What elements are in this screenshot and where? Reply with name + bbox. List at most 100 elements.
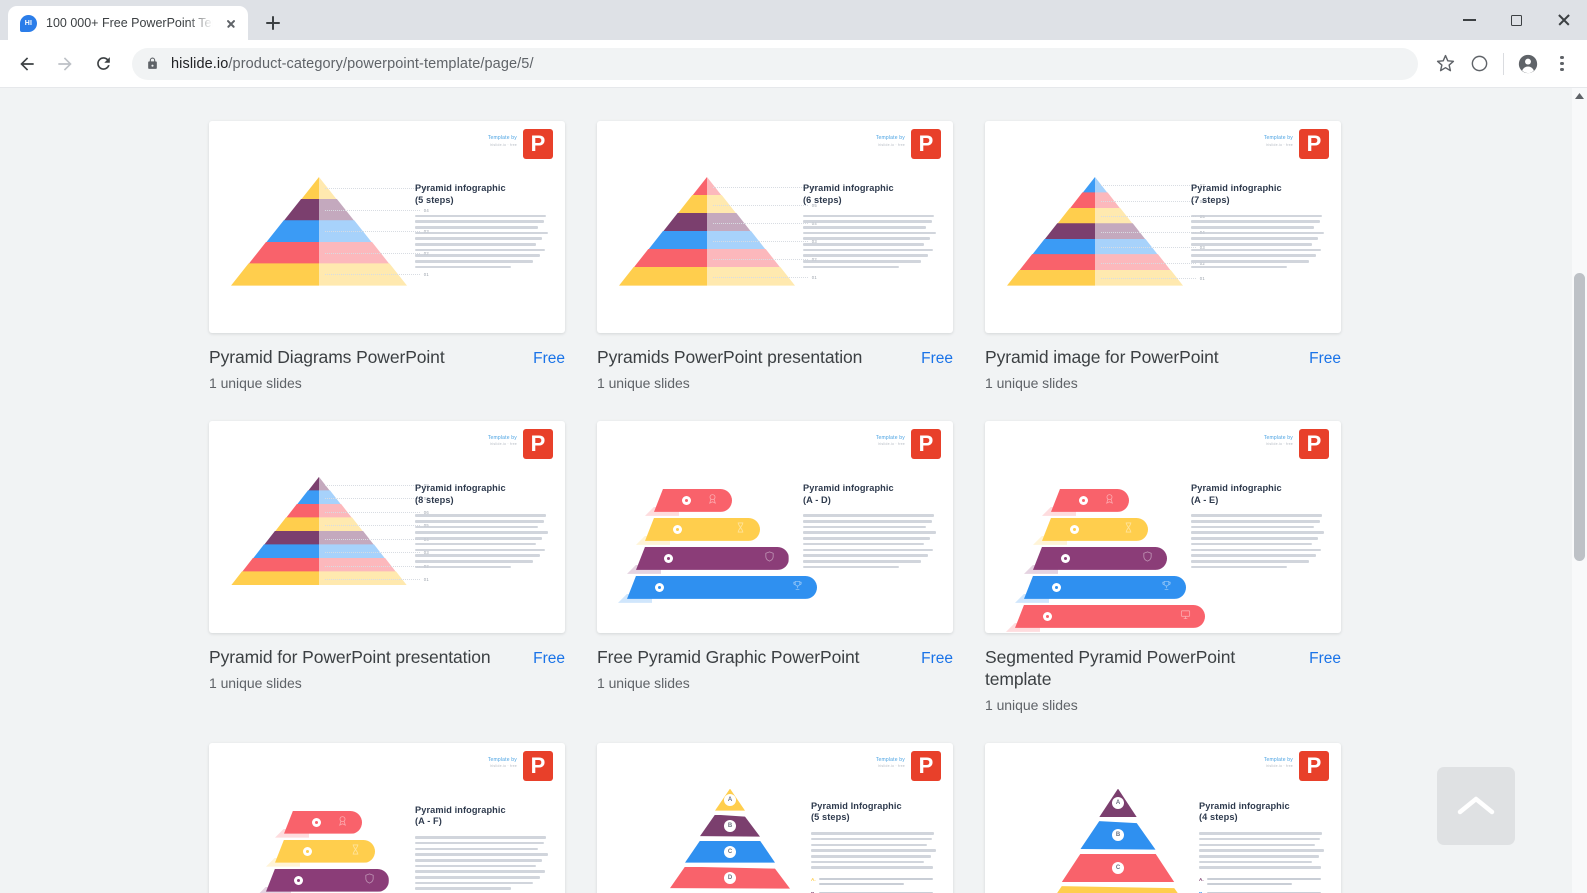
product-card[interactable]: Template by hislide.io · free P Pyramid inf… <box>597 420 953 713</box>
slide-text-column: Pyramid infographic(4 steps) A.B.C.D. <box>1199 801 1325 893</box>
product-thumbnail[interactable]: Template byhislide.io · free P 05 04 03 02 01 P… <box>209 121 565 333</box>
slide-text-column: Pyramid infographic (A - D) <box>803 483 937 571</box>
watermark-line-2: hislide.io · free <box>1266 764 1293 769</box>
tick-line <box>325 552 420 554</box>
lorem-paragraph <box>415 514 549 569</box>
product-title-link[interactable]: Free Pyramid Graphic PowerPoint <box>597 647 860 669</box>
product-card[interactable]: Template byhislide.io · freeP07060504030… <box>985 121 1341 391</box>
product-thumbnail[interactable]: Template by hislide.io · free P Pyramid inf… <box>985 420 1341 633</box>
browser-toolbar: hislide.io/product-category/powerpoint-t… <box>0 40 1587 88</box>
tick-line <box>1101 216 1196 218</box>
product-thumbnail[interactable]: Template by hislide.io · free P Pyramid inf… <box>209 742 565 893</box>
powerpoint-badge-icon: P <box>911 428 941 459</box>
reload-button[interactable] <box>86 47 120 81</box>
product-card[interactable]: Template byhislide.io · free P 05 04 03 02 01 P… <box>209 121 565 391</box>
product-thumbnail[interactable]: Template byhislide.io · freeP08070605040… <box>209 420 565 633</box>
product-title-row: Pyramid Diagrams PowerPoint Free <box>209 347 565 369</box>
minimize-button[interactable] <box>1446 0 1493 40</box>
tick-line <box>1101 247 1196 249</box>
bar-segment <box>1015 604 1205 628</box>
forward-button[interactable] <box>48 47 82 81</box>
pyramid-face-left <box>692 177 707 196</box>
infographic-title: Pyramid infographic (6 steps) <box>803 183 894 205</box>
presentation-icon <box>1180 607 1191 625</box>
product-thumbnail[interactable]: Template byhislide.io · free P A B C D Pyramid… <box>985 742 1341 893</box>
slide-text-column: Pyramid Infographic(5 steps) A.B.C.D.E. <box>811 801 937 893</box>
pyramid-segment: A <box>715 788 745 811</box>
pyramid-face-left <box>1082 177 1095 194</box>
browser-menu-button[interactable] <box>1547 49 1577 79</box>
browser-tab[interactable]: HI 100 000+ Free PowerPoint Templ <box>8 6 248 40</box>
pyramid-face-left <box>1057 207 1095 224</box>
browser-window: HI 100 000+ Free PowerPoint Templ hislid… <box>0 0 1587 893</box>
watermark-line-1: Template by <box>875 135 905 141</box>
pyramid-face-left <box>264 530 319 545</box>
bar-segment <box>1024 575 1186 599</box>
product-card[interactable]: Template by hislide.io · free P Pyramid inf… <box>209 742 565 893</box>
watermark-line-1: Template by <box>1263 135 1293 141</box>
product-slide-count: 1 unique slides <box>985 374 1078 391</box>
product-price: Free <box>533 350 565 367</box>
segment-label: C <box>724 845 736 858</box>
powerpoint-badge-icon: P <box>911 129 941 159</box>
scrollbar-thumb[interactable] <box>1574 273 1585 561</box>
tick-line <box>1101 262 1196 264</box>
page-scrollbar[interactable] <box>1572 88 1587 893</box>
product-thumbnail[interactable]: Template by hislide.io · free P Pyramid inf… <box>597 420 953 633</box>
pyramid-tick: 02 <box>1101 261 1205 266</box>
product-title-link[interactable]: Pyramid for PowerPoint presentation <box>209 647 491 669</box>
moon-icon <box>1471 55 1487 72</box>
watermark-line-1: Template by <box>487 135 517 141</box>
product-title-link[interactable]: Pyramid Diagrams PowerPoint <box>209 347 445 369</box>
pyramid-face-left <box>663 213 707 232</box>
product-thumbnail[interactable]: Template byhislide.io · freeP06050403020… <box>597 121 953 333</box>
pyramid-face-left <box>1032 238 1095 255</box>
product-card[interactable]: Template by hislide.io · free P Pyramid inf… <box>985 420 1341 713</box>
lorem-paragraph <box>415 214 549 269</box>
pyramid-tick: 01 <box>713 275 817 280</box>
window-controls <box>1446 0 1587 40</box>
address-bar[interactable]: hislide.io/product-category/powerpoint-t… <box>132 47 1418 80</box>
template-watermark: Template by hislide.io · free <box>488 135 517 147</box>
hourglass-icon <box>350 842 361 860</box>
product-title-link[interactable]: Segmented Pyramid PowerPoint template <box>985 647 1303 691</box>
tick-line <box>325 525 420 527</box>
template-watermark: Template by hislide.io · free <box>1264 757 1293 769</box>
tick-line <box>325 209 420 211</box>
tick-line <box>1101 231 1196 233</box>
new-tab-button[interactable] <box>258 8 288 38</box>
segment-label: A <box>1112 796 1124 809</box>
product-thumbnail[interactable]: Template byhislide.io · freeP07060504030… <box>985 121 1341 333</box>
profile-button[interactable] <box>1513 49 1543 79</box>
bar-segment <box>266 868 389 892</box>
product-card[interactable]: Template byhislide.io · freeP06050403020… <box>597 121 953 391</box>
back-button[interactable] <box>10 47 44 81</box>
product-card[interactable]: Template byhislide.io · free P A B C D Pyramid… <box>985 742 1341 893</box>
watermark-line-1: Template by <box>487 756 517 763</box>
segmented-pyramid-graphic: ABCDE <box>655 788 805 893</box>
product-slide-count: 1 unique slides <box>209 674 302 691</box>
hourglass-icon <box>1123 520 1134 538</box>
product-title-link[interactable]: Pyramids PowerPoint presentation <box>597 347 862 369</box>
tick-line <box>713 186 808 188</box>
product-meta: Segmented Pyramid PowerPoint template Fre… <box>985 633 1341 713</box>
bookmark-button[interactable] <box>1430 49 1460 79</box>
scroll-up-icon <box>1575 92 1584 99</box>
bar-segment <box>636 546 789 570</box>
bullet-key: A. <box>811 877 816 883</box>
template-watermark: Template by hislide.io · free <box>876 435 905 447</box>
product-card[interactable]: Template byhislide.io · freeP08070605040… <box>209 420 565 713</box>
product-card[interactable]: Template byhislide.io · freePABCDEPyrami… <box>597 742 953 893</box>
maximize-button[interactable] <box>1493 0 1540 40</box>
lorem-paragraph <box>803 214 937 269</box>
pyramid-face-left <box>248 241 319 264</box>
minimize-icon <box>1463 19 1476 21</box>
scroll-to-top-button[interactable] <box>1437 767 1515 845</box>
close-window-button[interactable] <box>1540 0 1587 40</box>
product-thumbnail[interactable]: Template byhislide.io · freePABCDEPyrami… <box>597 742 953 893</box>
extension-button[interactable] <box>1464 49 1494 79</box>
tab-close-icon[interactable] <box>222 14 240 32</box>
product-title-link[interactable]: Pyramid image for PowerPoint <box>985 347 1219 369</box>
lock-icon <box>148 57 157 69</box>
scrollbar-up-arrow[interactable] <box>1572 88 1587 103</box>
